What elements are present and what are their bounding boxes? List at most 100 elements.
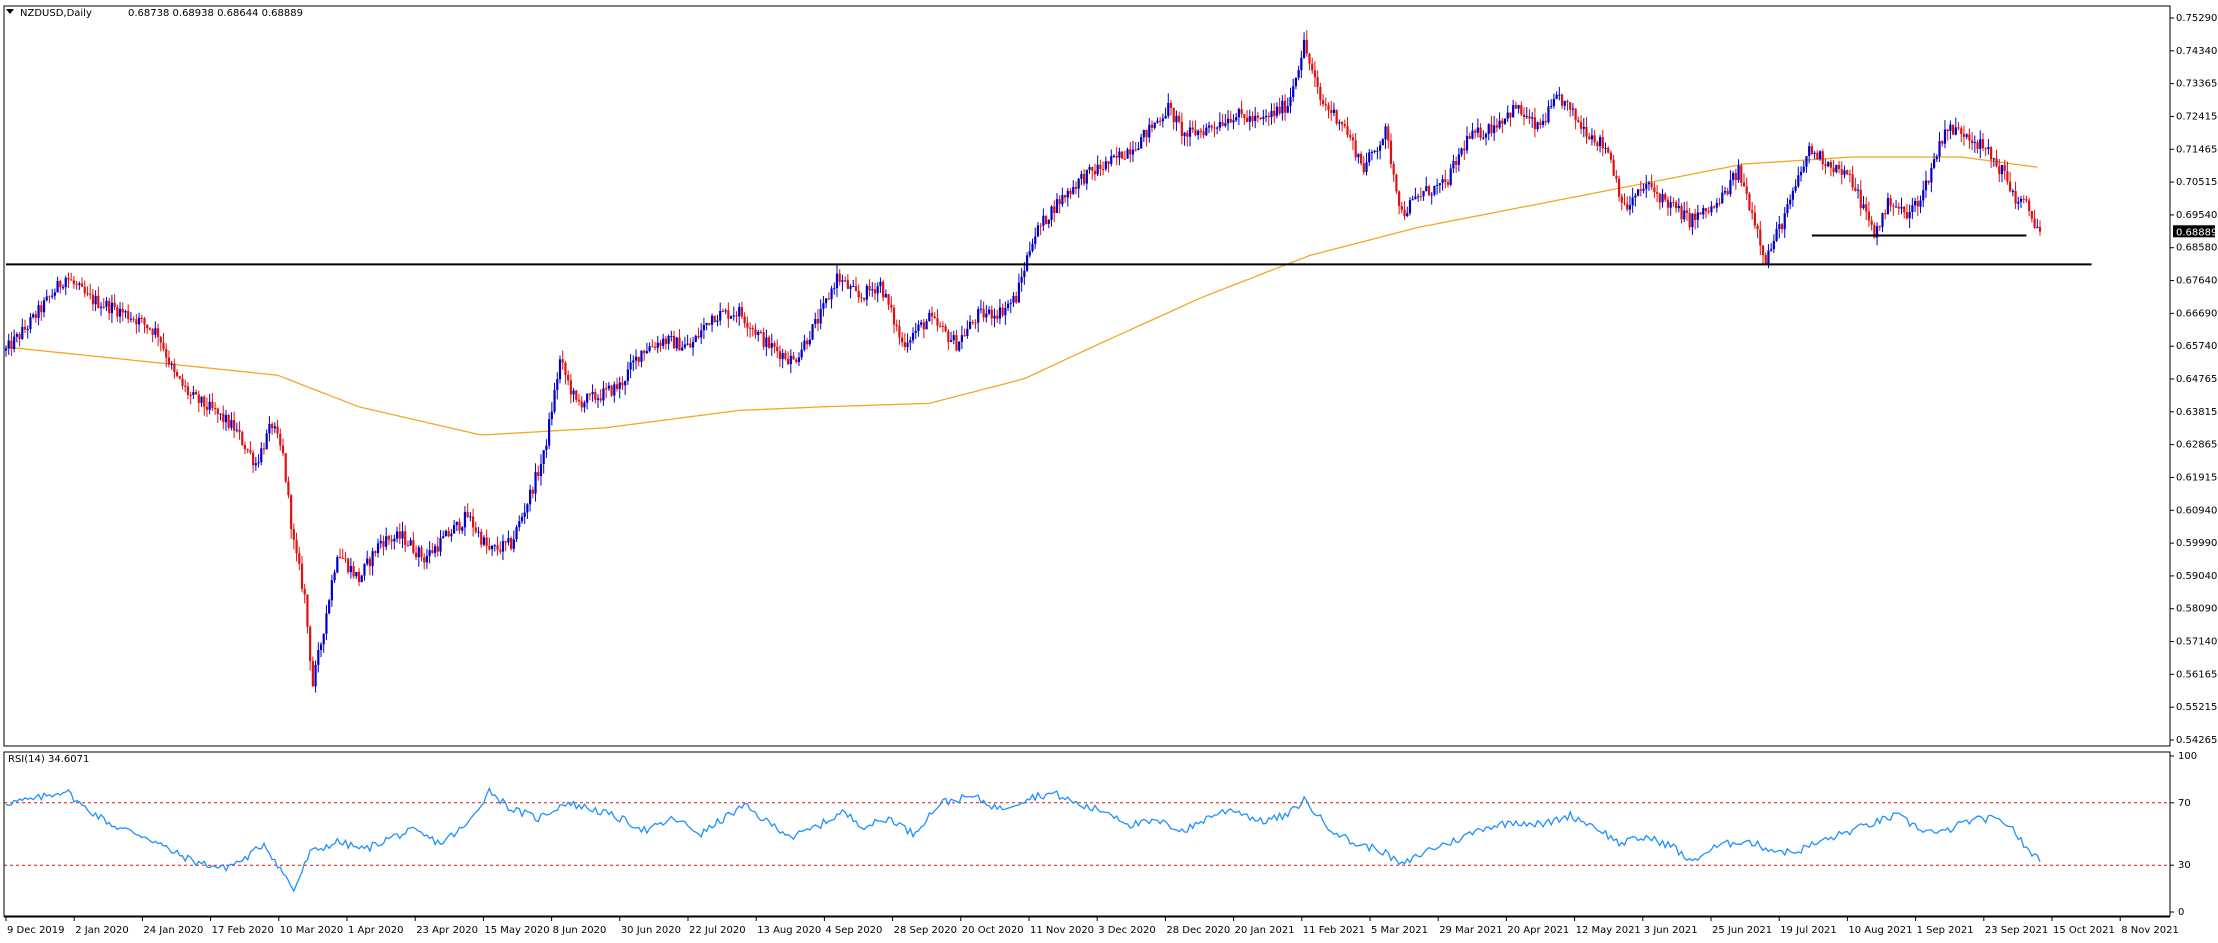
candle (1083, 168, 1086, 186)
candle (545, 439, 548, 458)
candle-body (767, 337, 771, 348)
candle (1911, 197, 1914, 220)
candle (1373, 149, 1376, 154)
price-pane[interactable]: 0.752900.743400.733650.724150.714650.705… (4, 13, 2217, 746)
candle (376, 538, 380, 558)
candle-body (1232, 120, 1235, 123)
candle (998, 298, 1002, 325)
rsi-pane[interactable]: 10070300 (4, 751, 2197, 918)
symbol-menu-icon[interactable] (6, 9, 14, 14)
candle (1875, 222, 1879, 246)
candle (137, 312, 141, 333)
candle (252, 450, 255, 473)
candle-body (344, 558, 347, 560)
candle (1376, 146, 1379, 160)
candle (510, 536, 513, 551)
candle-body (1273, 110, 1276, 116)
candle-body (1072, 187, 1075, 194)
candle (1145, 129, 1148, 147)
candle (1419, 187, 1422, 201)
candle-body (363, 564, 366, 576)
candle-body (1620, 196, 1623, 203)
candle-body (1987, 147, 1990, 150)
candle-body (127, 311, 130, 319)
candle-body (1555, 94, 1558, 99)
candle-body (1870, 220, 1873, 225)
candle (21, 318, 24, 341)
candle (463, 506, 467, 537)
candle (501, 534, 505, 561)
candle-body (113, 302, 116, 308)
candle-body (404, 531, 407, 546)
candle (518, 515, 521, 532)
candle-body (75, 283, 78, 285)
candle (1547, 100, 1550, 124)
candle-body (925, 321, 928, 330)
candle-body (474, 527, 477, 532)
candle-body (444, 530, 448, 537)
candle-body (243, 445, 247, 450)
candle-body (1604, 148, 1607, 150)
candle (803, 334, 806, 352)
candle (1321, 94, 1325, 107)
candle (121, 302, 124, 322)
candle (1262, 109, 1265, 126)
candle-body (1452, 161, 1455, 169)
candle (1905, 203, 1909, 220)
candle-body (1039, 225, 1042, 227)
candle (200, 396, 203, 408)
candle-body (1655, 192, 1659, 194)
candle-body (330, 580, 333, 601)
candle-body (189, 394, 192, 396)
candle-body (211, 401, 214, 409)
price-pane-frame (3, 5, 2171, 747)
candle-body (670, 335, 673, 337)
candle (1129, 142, 1132, 163)
candle-body (1506, 112, 1509, 119)
candle (567, 370, 570, 386)
candle (1414, 187, 1417, 200)
candle (1061, 187, 1064, 208)
time-tick-label: 3 Jun 2021 (1644, 925, 1698, 936)
candle-body (409, 540, 412, 546)
candle-body (982, 308, 985, 318)
price-tick-label: 0.72415 (2176, 111, 2217, 122)
candle-body (1718, 202, 1721, 204)
time-tick-label: 23 Sep 2021 (1985, 925, 2048, 936)
candle-body (759, 331, 763, 333)
candle (719, 302, 722, 326)
candle-body (1699, 212, 1702, 215)
candle-body (898, 326, 901, 338)
candle-body (520, 516, 524, 522)
candle (1479, 123, 1482, 141)
candle (1992, 157, 1995, 167)
candle (1903, 205, 1906, 219)
candle (167, 350, 171, 368)
candle (1319, 82, 1322, 106)
candle-body (1389, 140, 1393, 165)
candle (1886, 192, 1890, 215)
candle-body (1028, 251, 1031, 256)
candle-body (1552, 98, 1556, 106)
candle-body (1979, 139, 1982, 149)
candle (1438, 183, 1441, 194)
time-tick-label: 20 Oct 2020 (962, 925, 1024, 936)
candle-body (1036, 225, 1040, 237)
candle-body (987, 309, 991, 314)
candle-body (7, 340, 10, 349)
candle-body (480, 531, 483, 545)
candle (368, 556, 371, 576)
candle-body (575, 390, 578, 400)
candle (13, 329, 16, 353)
candle-body (1938, 141, 1941, 157)
candle (1531, 112, 1534, 128)
candle-body (116, 307, 119, 317)
candle-body (1734, 173, 1737, 181)
candle-body (1197, 130, 1200, 136)
candle (208, 394, 211, 415)
ohlc-values: 0.68738 0.68938 0.68644 0.68889 (128, 8, 303, 19)
candle (1653, 182, 1656, 198)
candle (1425, 176, 1428, 192)
candle (80, 277, 84, 287)
candle (990, 305, 993, 326)
